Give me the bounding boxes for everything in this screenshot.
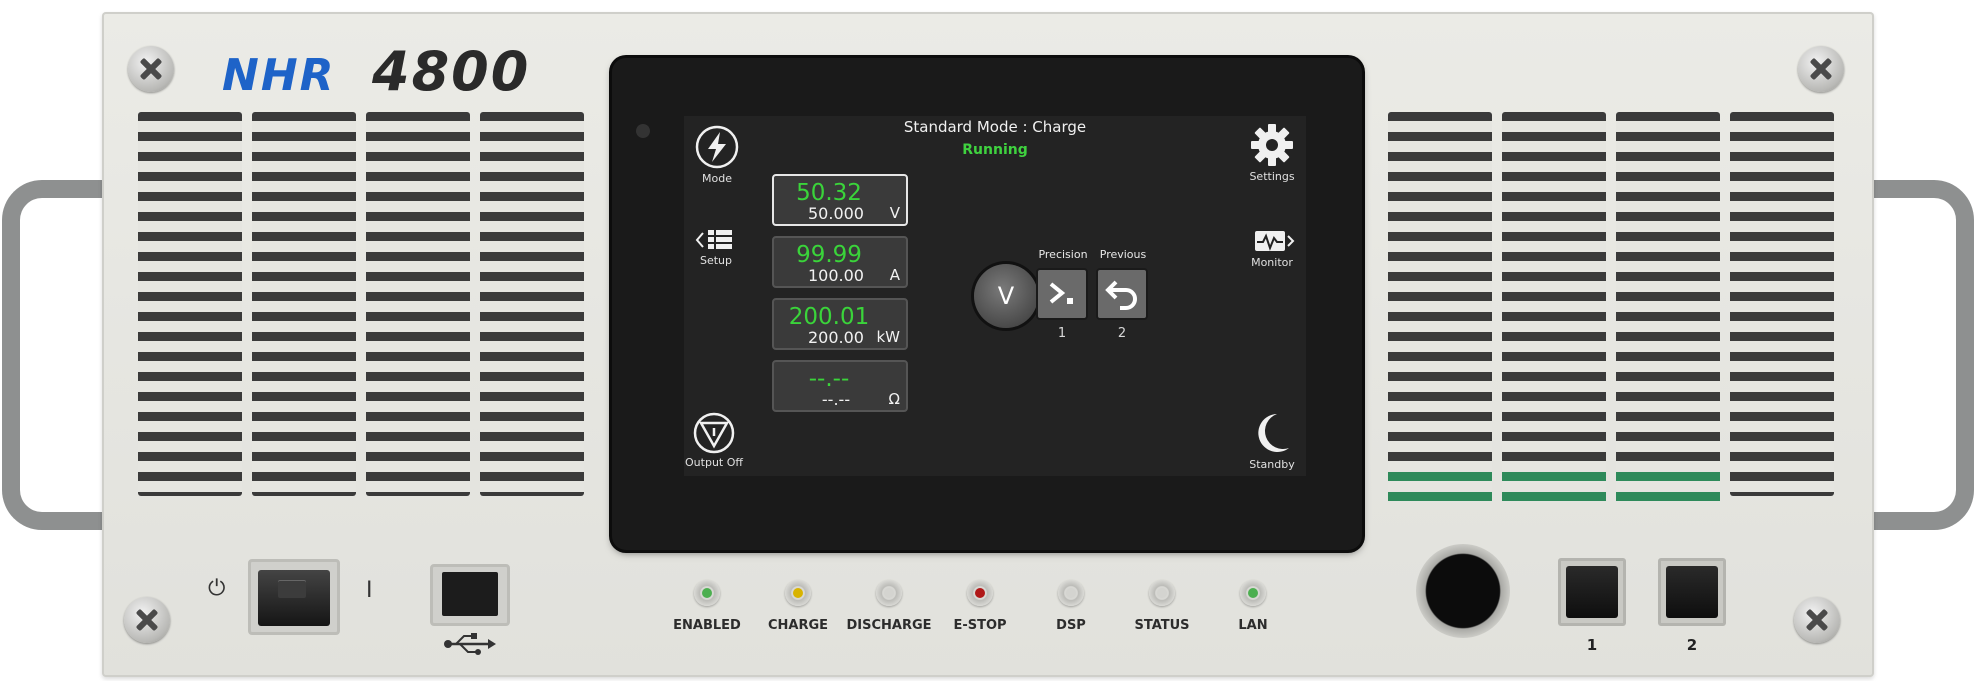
vent-grille (1388, 112, 1492, 501)
v-mode-button[interactable]: V (974, 264, 1038, 328)
status-led-lamp (1157, 588, 1167, 598)
screw-icon (128, 46, 174, 92)
output-off-button[interactable]: Output Off (684, 412, 744, 469)
undo-arrow-icon (1105, 280, 1137, 310)
discharge-led-lamp (884, 588, 894, 598)
dsp-led-lamp (1066, 588, 1076, 598)
dsp-led (1058, 580, 1084, 606)
standby-button[interactable]: Standby (1242, 410, 1302, 471)
key1-button[interactable] (1566, 566, 1618, 618)
usb-port[interactable] (442, 572, 498, 616)
current-setpoint: 100.00 (808, 266, 864, 285)
moon-icon (1258, 414, 1289, 452)
run-status: Running (962, 142, 1028, 158)
current-measured: 99.99 (796, 242, 862, 268)
settings-label: Settings (1249, 170, 1295, 183)
previous-number: 2 (1117, 326, 1127, 341)
key2-button[interactable] (1666, 566, 1718, 618)
power-switch[interactable] (258, 570, 330, 626)
power-on-symbol: I (366, 578, 373, 603)
vent-grille (1730, 112, 1834, 496)
key1-label: 1 (1586, 636, 1598, 654)
output-off-label: Output Off (685, 456, 743, 469)
screw-icon (124, 597, 170, 643)
charge-led-lamp (793, 588, 803, 598)
precision-button[interactable] (1036, 268, 1088, 320)
vent-grille (252, 112, 356, 496)
resistance-readout[interactable]: --.-- --.-- Ω (772, 360, 908, 412)
discharge-led (876, 580, 902, 606)
power-setpoint: 200.00 (808, 328, 864, 347)
power-unit: kW (876, 328, 900, 346)
mode-button[interactable]: Mode (692, 124, 742, 185)
setup-button[interactable]: Setup (686, 228, 746, 267)
previous-label: Previous (1099, 248, 1147, 261)
monitor-button[interactable]: Monitor (1242, 228, 1302, 269)
mode-title: Standard Mode : Charge (903, 118, 1087, 136)
screw-icon (1794, 597, 1840, 643)
estop-led (967, 580, 993, 606)
lan-led-label: LAN (1238, 618, 1268, 633)
precision-prompt-icon (1049, 282, 1073, 304)
monitor-wave-icon (1255, 231, 1295, 251)
touchscreen: Standard Mode : Charge Running Mode Sett… (684, 116, 1306, 476)
sensor-icon (636, 124, 650, 138)
mode-label: Mode (702, 172, 732, 185)
resistance-setpoint: --.-- (821, 390, 851, 409)
precision-number: 1 (1057, 326, 1067, 341)
current-readout[interactable]: 99.99 100.00 A (772, 236, 908, 288)
enabled-led (694, 580, 720, 606)
monitor-label: Monitor (1251, 256, 1293, 269)
setup-list-icon (695, 230, 732, 249)
gear-icon (1251, 124, 1293, 166)
vent-grille (366, 112, 470, 496)
setup-label: Setup (699, 254, 733, 267)
screw-icon (1798, 46, 1844, 92)
resistance-unit: Ω (888, 390, 900, 408)
enabled-led-lamp (702, 588, 712, 598)
status-led (1149, 580, 1175, 606)
voltage-setpoint: 50.000 (808, 204, 864, 223)
standby-label: Standby (1249, 458, 1295, 471)
power-measured: 200.01 (788, 304, 870, 330)
vent-grille (1502, 112, 1606, 501)
settings-button[interactable]: Settings (1242, 122, 1302, 183)
previous-button[interactable] (1096, 268, 1148, 320)
charge-led (785, 580, 811, 606)
resistance-measured: --.-- (808, 366, 850, 392)
output-off-icon (693, 412, 735, 454)
power-off-symbol: ⏻ (208, 576, 226, 601)
voltage-readout[interactable]: 50.32 50.000 V (772, 174, 908, 226)
vent-grille (138, 112, 242, 496)
vent-grille (480, 112, 584, 496)
vent-grille (1616, 112, 1720, 501)
usb-icon (444, 633, 496, 655)
voltage-unit: V (889, 204, 900, 222)
model-name: 4800 (372, 40, 531, 103)
lan-led-lamp (1248, 588, 1258, 598)
lan-led (1240, 580, 1266, 606)
key2-label: 2 (1686, 636, 1698, 654)
rotary-knob[interactable] (1416, 544, 1510, 638)
brand-logo: NHR (222, 50, 336, 101)
mode-bolt-icon (695, 125, 739, 169)
current-unit: A (889, 266, 900, 284)
power-readout[interactable]: 200.01 200.00 kW (772, 298, 908, 350)
estop-led-lamp (975, 588, 985, 598)
voltage-measured: 50.32 (796, 180, 862, 206)
